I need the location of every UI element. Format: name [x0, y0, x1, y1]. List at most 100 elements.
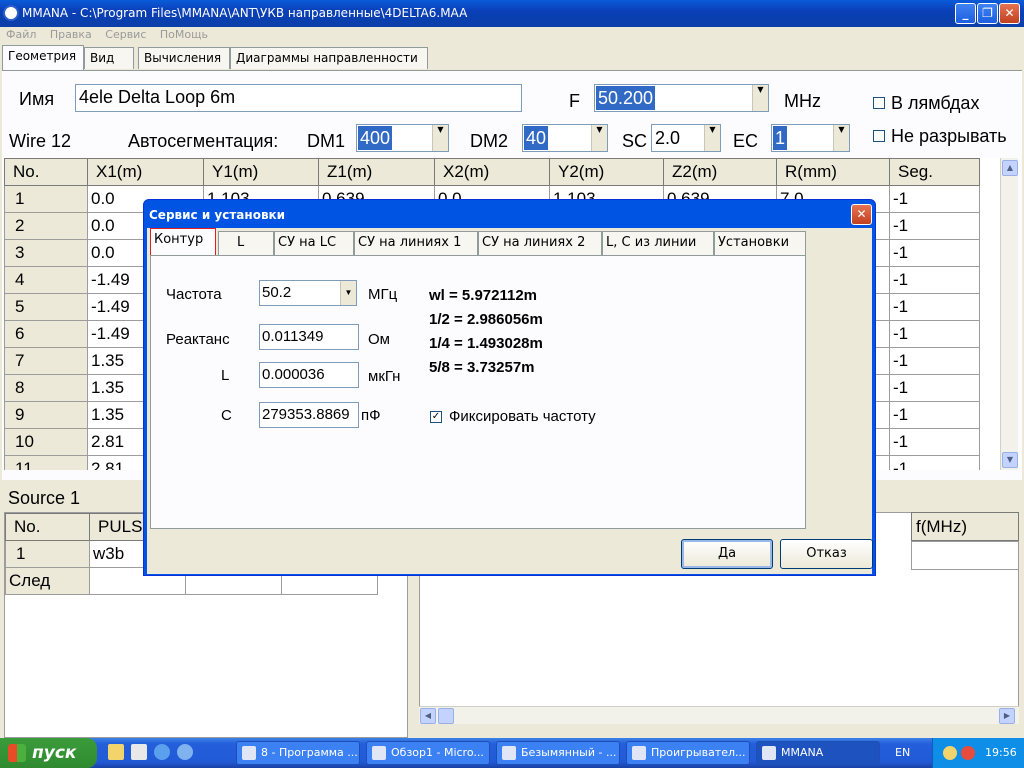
scroll-up-icon[interactable]: ▲	[1002, 160, 1018, 176]
c-unit: пФ	[361, 407, 381, 424]
minimize-button[interactable]: _	[955, 3, 976, 24]
mmana-icon	[762, 746, 776, 760]
wire-label: Wire 12	[9, 131, 72, 151]
table-cell[interactable]: -1	[889, 347, 980, 375]
name-input[interactable]: 4ele Delta Loop 6m	[75, 84, 522, 112]
tab-view[interactable]: Вид	[84, 47, 134, 69]
row-number: 6	[4, 320, 88, 348]
table-cell[interactable]: -1	[889, 455, 980, 470]
no-break-checkbox[interactable]	[873, 130, 885, 142]
fix-freq-checkbox[interactable]: ✓	[430, 411, 442, 423]
tab-su-lines-1[interactable]: СУ на линиях 1	[354, 231, 478, 255]
taskbar-item-paint[interactable]: Безымянный - ...	[496, 741, 620, 765]
row-number: 5	[4, 293, 88, 321]
tab-settings[interactable]: Установки	[714, 231, 806, 255]
table-cell[interactable]: -1	[889, 293, 980, 321]
sc-select[interactable]: 2.0 ▼	[651, 124, 721, 152]
start-label: пуск	[32, 743, 77, 763]
table-cell[interactable]: -1	[889, 320, 980, 348]
wires-header-cell: R(mm)	[776, 158, 890, 186]
table-cell[interactable]: -1	[889, 374, 980, 402]
row-number: 4	[4, 266, 88, 294]
mhz-label: MHz	[784, 91, 821, 111]
ok-button[interactable]: Да	[681, 539, 773, 569]
hscrollbar[interactable]: ◀ ▶	[419, 706, 1019, 724]
reactance-input[interactable]: 0.011349	[259, 324, 359, 350]
chevron-down-icon[interactable]: ▼	[432, 125, 448, 151]
ec-select[interactable]: 1 ▼	[771, 124, 850, 152]
taskbar-item-program[interactable]: 8 - Программа ...	[236, 741, 360, 765]
l-input[interactable]: 0.000036	[259, 362, 359, 388]
menu-service[interactable]: Сервис	[105, 27, 146, 43]
tray-icon[interactable]	[943, 746, 957, 760]
contour-panel: Частота 50.2 ▼ МГц Реактанс 0.011349 Ом …	[150, 255, 806, 529]
tab-su-lines-2[interactable]: СУ на линиях 2	[478, 231, 602, 255]
result-wl: wl = 5.972112m	[429, 287, 538, 304]
table-cell[interactable]: -1	[889, 239, 980, 267]
sc-label: SC	[622, 131, 648, 151]
source-next-row: След	[5, 567, 90, 595]
ec-value: 1	[773, 126, 788, 150]
scroll-down-icon[interactable]: ▼	[1002, 452, 1018, 468]
main-tabs: Геометрия Вид Вычисления Диаграммы напра…	[0, 45, 440, 71]
wires-scrollbar[interactable]: ▲ ▼	[1000, 158, 1018, 470]
chevron-down-icon[interactable]: ▼	[340, 281, 356, 305]
taskbar-label: Обзор1 - Micro...	[391, 746, 484, 759]
table-cell[interactable]: -1	[889, 266, 980, 294]
chevron-down-icon[interactable]: ▼	[591, 125, 607, 151]
hscroll-thumb[interactable]	[438, 708, 454, 724]
menu-edit[interactable]: Правка	[50, 27, 92, 43]
scroll-right-icon[interactable]: ▶	[999, 708, 1015, 724]
table-cell[interactable]: -1	[889, 212, 980, 240]
tab-calculations[interactable]: Вычисления	[138, 47, 230, 69]
frequency-select[interactable]: 50.200 ▼	[594, 84, 769, 112]
desktop-icon[interactable]	[108, 744, 124, 760]
source-header-no: No.	[5, 513, 90, 541]
ie-icon[interactable]	[154, 744, 170, 760]
fmhz-cell[interactable]	[911, 541, 1019, 570]
c-input[interactable]: 279353.8869	[259, 402, 359, 428]
chevron-down-icon[interactable]: ▼	[704, 125, 720, 151]
row-number: 1	[4, 185, 88, 213]
menu-help[interactable]: ПоМощь	[160, 27, 208, 43]
autosegmentation-label: Автосегментация:	[128, 131, 279, 151]
taskbar-item-player[interactable]: Проигрывател...	[626, 741, 750, 765]
scroll-left-icon[interactable]: ◀	[420, 708, 436, 724]
close-button[interactable]: ✕	[999, 3, 1020, 24]
chevron-down-icon[interactable]: ▼	[752, 85, 768, 111]
in-lambdas-checkbox[interactable]	[873, 97, 885, 109]
dm1-select[interactable]: 400 ▼	[356, 124, 449, 152]
browser-icon[interactable]	[177, 744, 193, 760]
menu-file[interactable]: Файл	[6, 27, 36, 43]
result-five-eighths: 5/8 = 3.73257m	[429, 359, 535, 376]
language-indicator[interactable]: EN	[895, 746, 910, 759]
tab-lc-from-line[interactable]: L, C из линии	[602, 231, 714, 255]
table-cell[interactable]: -1	[889, 185, 980, 213]
dialog-close-button[interactable]: ✕	[851, 204, 872, 225]
dm2-select[interactable]: 40 ▼	[522, 124, 608, 152]
freq-select[interactable]: 50.2 ▼	[259, 280, 357, 306]
table-cell[interactable]: -1	[889, 401, 980, 429]
tab-l[interactable]: L	[218, 231, 274, 255]
reactance-unit: Ом	[368, 331, 390, 348]
taskbar-label: 8 - Программа ...	[261, 746, 358, 759]
l-label: L	[221, 367, 230, 384]
cancel-button[interactable]: Отказ	[780, 539, 873, 569]
table-cell[interactable]: -1	[889, 428, 980, 456]
tab-contour[interactable]: Контур	[150, 228, 216, 258]
taskbar-item-word[interactable]: Обзор1 - Micro...	[366, 741, 490, 765]
paint-brush-icon	[502, 746, 516, 760]
wires-header-cell: Seg.	[889, 158, 980, 186]
chevron-down-icon[interactable]: ▼	[833, 125, 849, 151]
tab-diagrams[interactable]: Диаграммы направленности	[230, 47, 428, 69]
clock-app-icon[interactable]	[131, 744, 147, 760]
mmana-app-icon[interactable]	[3, 5, 19, 21]
tab-su-lc[interactable]: СУ на LC	[274, 231, 354, 255]
maximize-button[interactable]: ❐	[977, 3, 998, 24]
taskbar-item-mmana[interactable]: MMANA	[756, 741, 880, 765]
dm2-label: DM2	[470, 131, 509, 151]
start-button[interactable]: пуск	[0, 738, 97, 768]
security-alert-icon[interactable]	[961, 746, 975, 760]
frequency-value: 50.200	[596, 86, 656, 110]
tab-geometry[interactable]: Геометрия	[2, 45, 84, 71]
